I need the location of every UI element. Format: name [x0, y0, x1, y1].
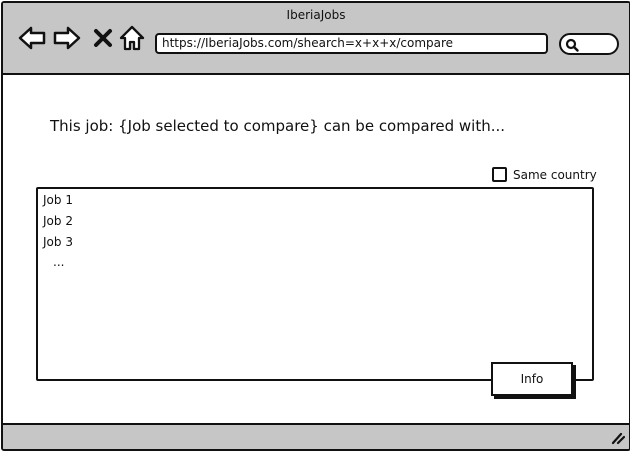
- resize-grip-icon[interactable]: [609, 431, 625, 445]
- jobs-list[interactable]: Job 1 Job 2 Job 3 ...: [36, 187, 594, 381]
- close-icon: [94, 29, 112, 47]
- list-item-job-3[interactable]: Job 3: [43, 235, 73, 249]
- list-item-more: ...: [53, 255, 65, 269]
- same-country-label: Same country: [513, 167, 597, 182]
- info-button[interactable]: Info: [491, 362, 573, 396]
- stop-button[interactable]: [88, 23, 118, 53]
- page-content: This job: {Job selected to compare} can …: [3, 75, 629, 423]
- arrow-left-icon: [18, 26, 46, 50]
- forward-button[interactable]: [52, 23, 82, 53]
- checkbox-box[interactable]: [492, 167, 507, 182]
- window-title: IberiaJobs: [286, 8, 346, 22]
- list-item-job-2[interactable]: Job 2: [43, 214, 73, 228]
- search-button[interactable]: [559, 33, 619, 55]
- same-country-checkbox[interactable]: Same country: [492, 167, 597, 182]
- list-item-job-1[interactable]: Job 1: [43, 193, 73, 207]
- address-bar[interactable]: https://IberiaJobs.com/shearch=x+x+x/com…: [155, 33, 548, 54]
- home-icon: [119, 25, 145, 51]
- search-icon: [565, 38, 579, 52]
- arrow-right-icon: [53, 26, 81, 50]
- browser-toolbar: IberiaJobs https://IberiaJobs.com/shearc…: [3, 3, 629, 75]
- back-button[interactable]: [17, 23, 47, 53]
- status-bar: [3, 423, 629, 449]
- home-button[interactable]: [117, 23, 147, 53]
- page-heading: This job: {Job selected to compare} can …: [50, 117, 506, 135]
- browser-window: IberiaJobs https://IberiaJobs.com/shearc…: [1, 1, 630, 451]
